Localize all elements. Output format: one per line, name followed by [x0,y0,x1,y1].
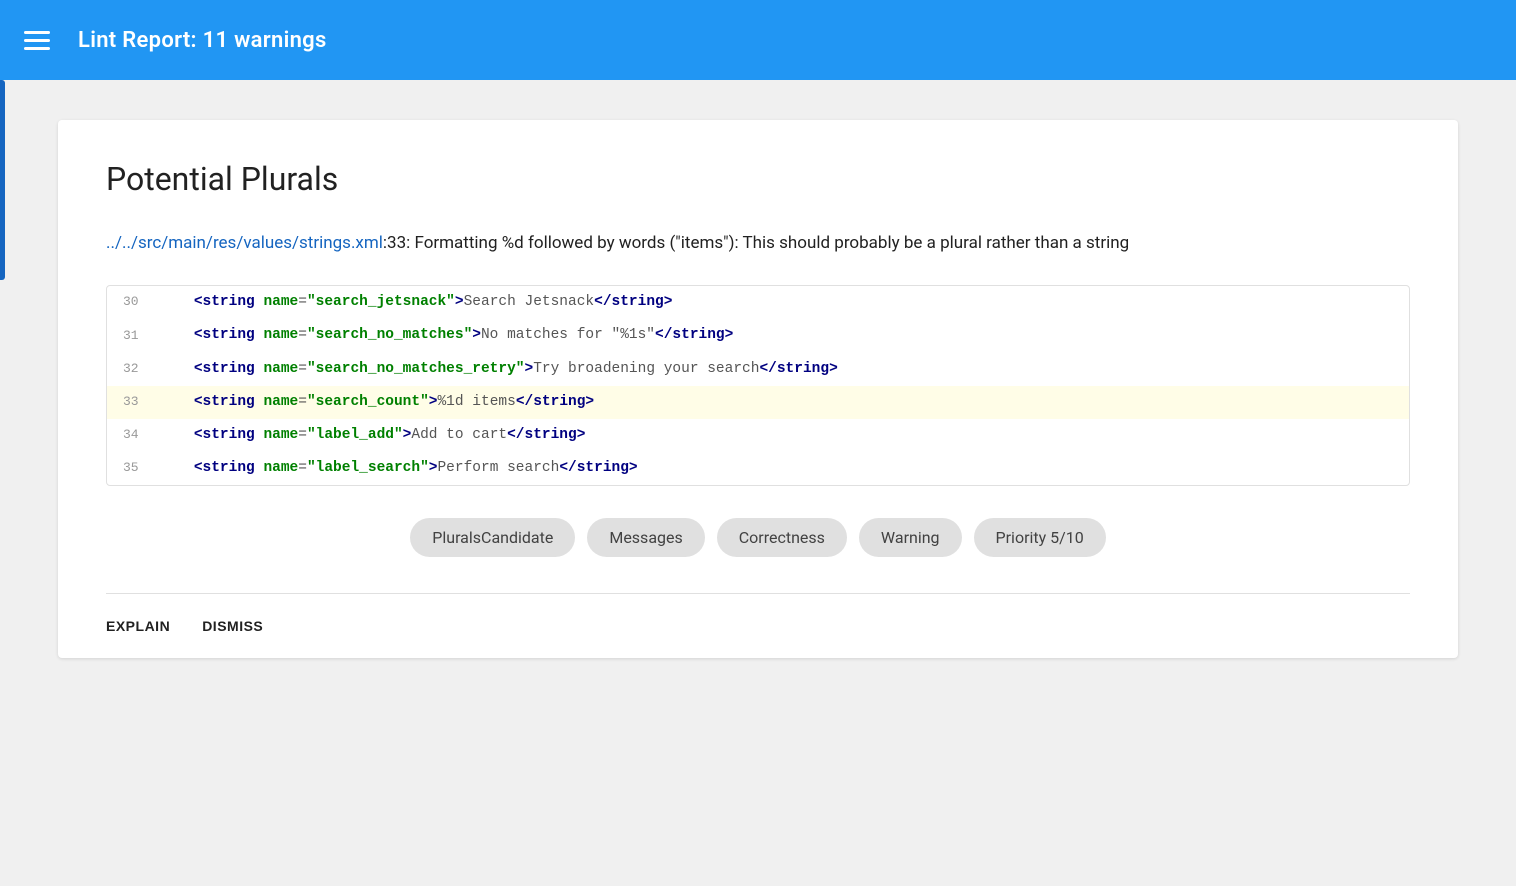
tags-container: PluralsCandidate Messages Correctness Wa… [106,518,1410,557]
code-content: <string name="search_no_matches_retry">T… [159,358,838,381]
menu-button[interactable] [24,31,50,50]
code-line-34: 34 <string name="label_add">Add to cart<… [107,419,1409,452]
code-block: 30 <string name="search_jetsnack">Search… [106,285,1410,486]
app-header: Lint Report: 11 warnings [0,0,1516,80]
line-number: 31 [123,326,159,347]
code-content: <string name="label_add">Add to cart</st… [159,424,585,447]
code-content: <string name="search_jetsnack">Search Je… [159,291,672,314]
line-number: 30 [123,292,159,313]
tag-priority: Priority 5/10 [974,518,1106,557]
header-title: Lint Report: 11 warnings [78,28,327,53]
left-accent-bar [0,80,5,280]
card-footer: EXPLAIN DISMISS [106,593,1410,658]
line-number: 35 [123,458,159,479]
tag-warning: Warning [859,518,962,557]
tag-correctness: Correctness [717,518,847,557]
code-content: <string name="search_no_matches">No matc… [159,324,733,347]
tag-messages: Messages [587,518,704,557]
warning-description: ../../src/main/res/values/strings.xml:33… [106,230,1410,257]
code-content: <string name="search_count">%1d items</s… [159,391,594,414]
code-line-30: 30 <string name="search_jetsnack">Search… [107,286,1409,319]
code-line-32: 32 <string name="search_no_matches_retry… [107,353,1409,386]
code-content: <string name="label_search">Perform sear… [159,457,638,480]
line-number: 34 [123,425,159,446]
dismiss-button[interactable]: DISMISS [202,614,263,638]
code-line-33-highlighted: 33 <string name="search_count">%1d items… [107,386,1409,419]
main-content: Potential Plurals ../../src/main/res/val… [0,80,1516,678]
explain-button[interactable]: EXPLAIN [106,614,170,638]
card-title: Potential Plurals [106,160,1410,198]
lint-report-card: Potential Plurals ../../src/main/res/val… [58,120,1458,658]
file-link[interactable]: ../../src/main/res/values/strings.xml [106,233,383,253]
code-line-35: 35 <string name="label_search">Perform s… [107,452,1409,485]
tag-plurals-candidate: PluralsCandidate [410,518,575,557]
line-number: 32 [123,359,159,380]
code-line-31: 31 <string name="search_no_matches">No m… [107,319,1409,352]
warning-text: :33: Formatting %d followed by words ("i… [383,233,1129,253]
line-number: 33 [123,392,159,413]
